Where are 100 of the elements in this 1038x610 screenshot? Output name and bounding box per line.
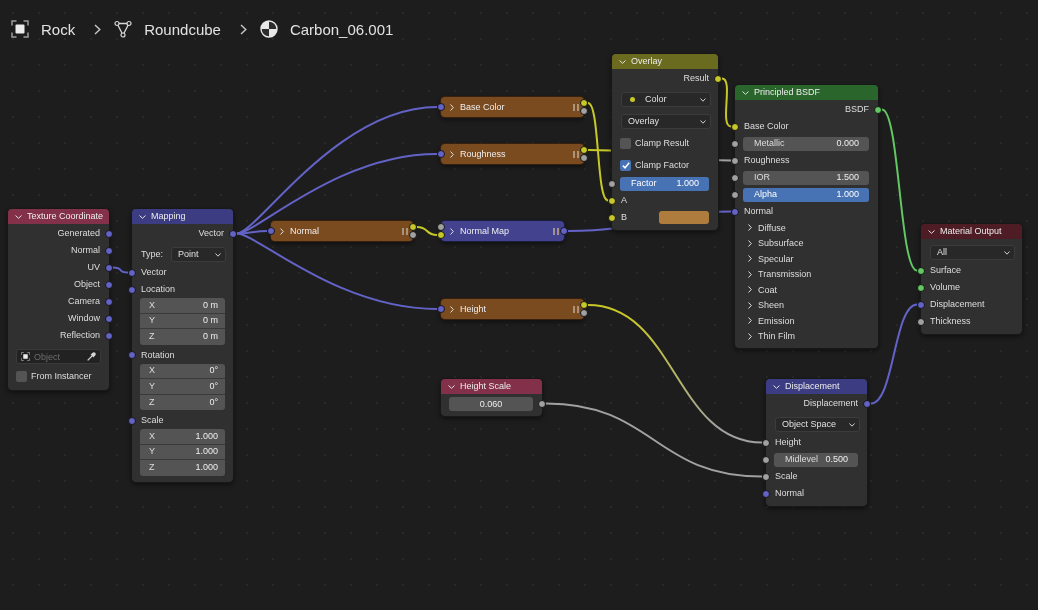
chevron-right-icon xyxy=(239,23,247,35)
panel-header[interactable]: Subsurface xyxy=(735,235,878,251)
chevron-down-icon[interactable] xyxy=(15,214,22,219)
socket-label: Result xyxy=(683,74,709,83)
node-link[interactable] xyxy=(112,266,129,274)
node-link[interactable] xyxy=(587,102,609,202)
node-header[interactable]: Mapping xyxy=(132,209,233,224)
node-header[interactable]: Overlay xyxy=(612,54,718,69)
panel-header[interactable]: Thin Film xyxy=(735,328,878,344)
number-field[interactable]: Z 0 m xyxy=(140,329,225,345)
number-field[interactable]: Y 0° xyxy=(140,379,225,395)
dropdown[interactable]: Color xyxy=(621,92,711,107)
eyedropper-icon[interactable] xyxy=(87,352,96,361)
socket-label: Vector xyxy=(141,268,167,277)
chevron-down-icon[interactable] xyxy=(139,214,146,219)
double-bar-icon xyxy=(573,305,579,313)
dropdown[interactable]: Overlay xyxy=(621,114,711,129)
socket-label: Displacement xyxy=(803,399,858,408)
socket-label: Camera xyxy=(68,297,100,306)
panel-header[interactable]: Diffuse xyxy=(735,220,878,236)
node-link[interactable] xyxy=(416,226,438,236)
chevron-down-icon[interactable] xyxy=(928,229,935,234)
checkbox-label: Clamp Factor xyxy=(635,161,689,170)
collapsed-node[interactable]: Normal xyxy=(270,220,414,242)
checkbox[interactable] xyxy=(620,160,631,171)
chevron-down-icon[interactable] xyxy=(773,384,780,389)
socket-label: BSDF xyxy=(845,105,869,114)
field-value: 0° xyxy=(209,381,218,391)
node-link[interactable] xyxy=(881,108,918,272)
node-link[interactable] xyxy=(236,153,438,235)
node-title: Normal xyxy=(290,226,319,236)
node-header[interactable]: Material Output xyxy=(921,224,1022,239)
collapsed-node[interactable]: Roughness xyxy=(440,143,585,165)
panel-header[interactable]: Sheen xyxy=(735,297,878,313)
panel-header[interactable]: Coat xyxy=(735,282,878,298)
node-header[interactable]: Height Scale xyxy=(441,379,542,394)
socket-icon[interactable] xyxy=(714,74,722,83)
checkbox[interactable] xyxy=(620,138,631,149)
socket-label: Height xyxy=(775,438,801,447)
number-field[interactable]: IOR 1.500 xyxy=(743,170,869,185)
collapsed-node[interactable]: Normal Map xyxy=(440,220,565,242)
object-input[interactable]: Object xyxy=(34,351,83,362)
node-title: Base Color xyxy=(460,102,505,112)
collapsed-node[interactable]: Base Color xyxy=(440,96,585,118)
collapsed-node[interactable]: Height xyxy=(440,298,585,320)
panel-header[interactable]: Emission xyxy=(735,313,878,329)
node-link[interactable] xyxy=(236,232,438,310)
color-swatch[interactable] xyxy=(659,211,709,224)
object-field[interactable]: Object xyxy=(16,349,101,364)
field-value: 1.000 xyxy=(195,463,218,473)
chevron-right-icon[interactable] xyxy=(450,227,454,235)
node-header[interactable]: Displacement xyxy=(766,379,867,394)
double-bar-icon xyxy=(573,103,579,111)
socket-label: Surface xyxy=(930,266,962,275)
socket-label: Scale xyxy=(141,416,164,425)
dropdown[interactable]: All xyxy=(930,245,1015,260)
chevron-right-icon[interactable] xyxy=(450,150,454,158)
socket-label: Window xyxy=(68,314,100,323)
number-field[interactable]: X 0° xyxy=(140,363,225,379)
field-value: 0 m xyxy=(203,300,218,310)
socket-label: Location xyxy=(141,285,176,294)
panel-header[interactable]: Transmission xyxy=(735,266,878,282)
number-field[interactable]: Metallic 0.000 xyxy=(743,136,869,151)
chevron-down-icon[interactable] xyxy=(742,90,749,95)
number-field[interactable]: X 0 m xyxy=(140,298,225,314)
number-field[interactable]: X 1.000 xyxy=(140,429,225,445)
node-title: Material Output xyxy=(940,227,1002,236)
double-bar-icon xyxy=(573,150,579,158)
double-bar-icon xyxy=(553,227,559,235)
node-header[interactable]: Principled BSDF xyxy=(735,85,878,100)
checkbox[interactable] xyxy=(16,371,27,382)
socket-label: B xyxy=(621,213,627,222)
slider-field[interactable]: Alpha 1.000 xyxy=(743,187,869,202)
number-field[interactable]: Midlevel 0.500 xyxy=(774,452,858,467)
chevron-down-icon[interactable] xyxy=(448,384,455,389)
field-label: Y xyxy=(149,316,155,326)
socket-icon[interactable] xyxy=(874,105,882,114)
field-label: X xyxy=(149,431,155,441)
double-bar-icon xyxy=(402,227,408,235)
node-link[interactable] xyxy=(721,77,732,128)
chevron-right-icon[interactable] xyxy=(280,227,284,235)
socket-icon[interactable] xyxy=(538,399,546,408)
node-title: Displacement xyxy=(785,382,840,391)
value-field[interactable]: 0.060 xyxy=(449,396,533,411)
panel-header[interactable]: Specular xyxy=(735,251,878,267)
triangle-vertices-icon xyxy=(114,20,133,38)
dot-icon xyxy=(630,97,635,102)
node-header[interactable]: Texture Coordinate xyxy=(8,209,109,224)
slider-field[interactable]: Factor 1.000 xyxy=(620,176,709,191)
caret-icon xyxy=(215,252,221,257)
chevron-right-icon[interactable] xyxy=(450,305,454,313)
socket-label: Volume xyxy=(930,283,961,292)
chevron-right-icon[interactable] xyxy=(450,103,454,111)
field-label: IOR xyxy=(754,173,770,182)
node-link[interactable] xyxy=(545,402,763,478)
field-value: 0° xyxy=(209,366,218,376)
dropdown[interactable]: Object Space xyxy=(775,417,860,432)
number-field[interactable]: Z 1.000 xyxy=(140,460,225,476)
dropdown[interactable]: Point xyxy=(171,247,226,262)
node-link[interactable] xyxy=(870,303,918,405)
